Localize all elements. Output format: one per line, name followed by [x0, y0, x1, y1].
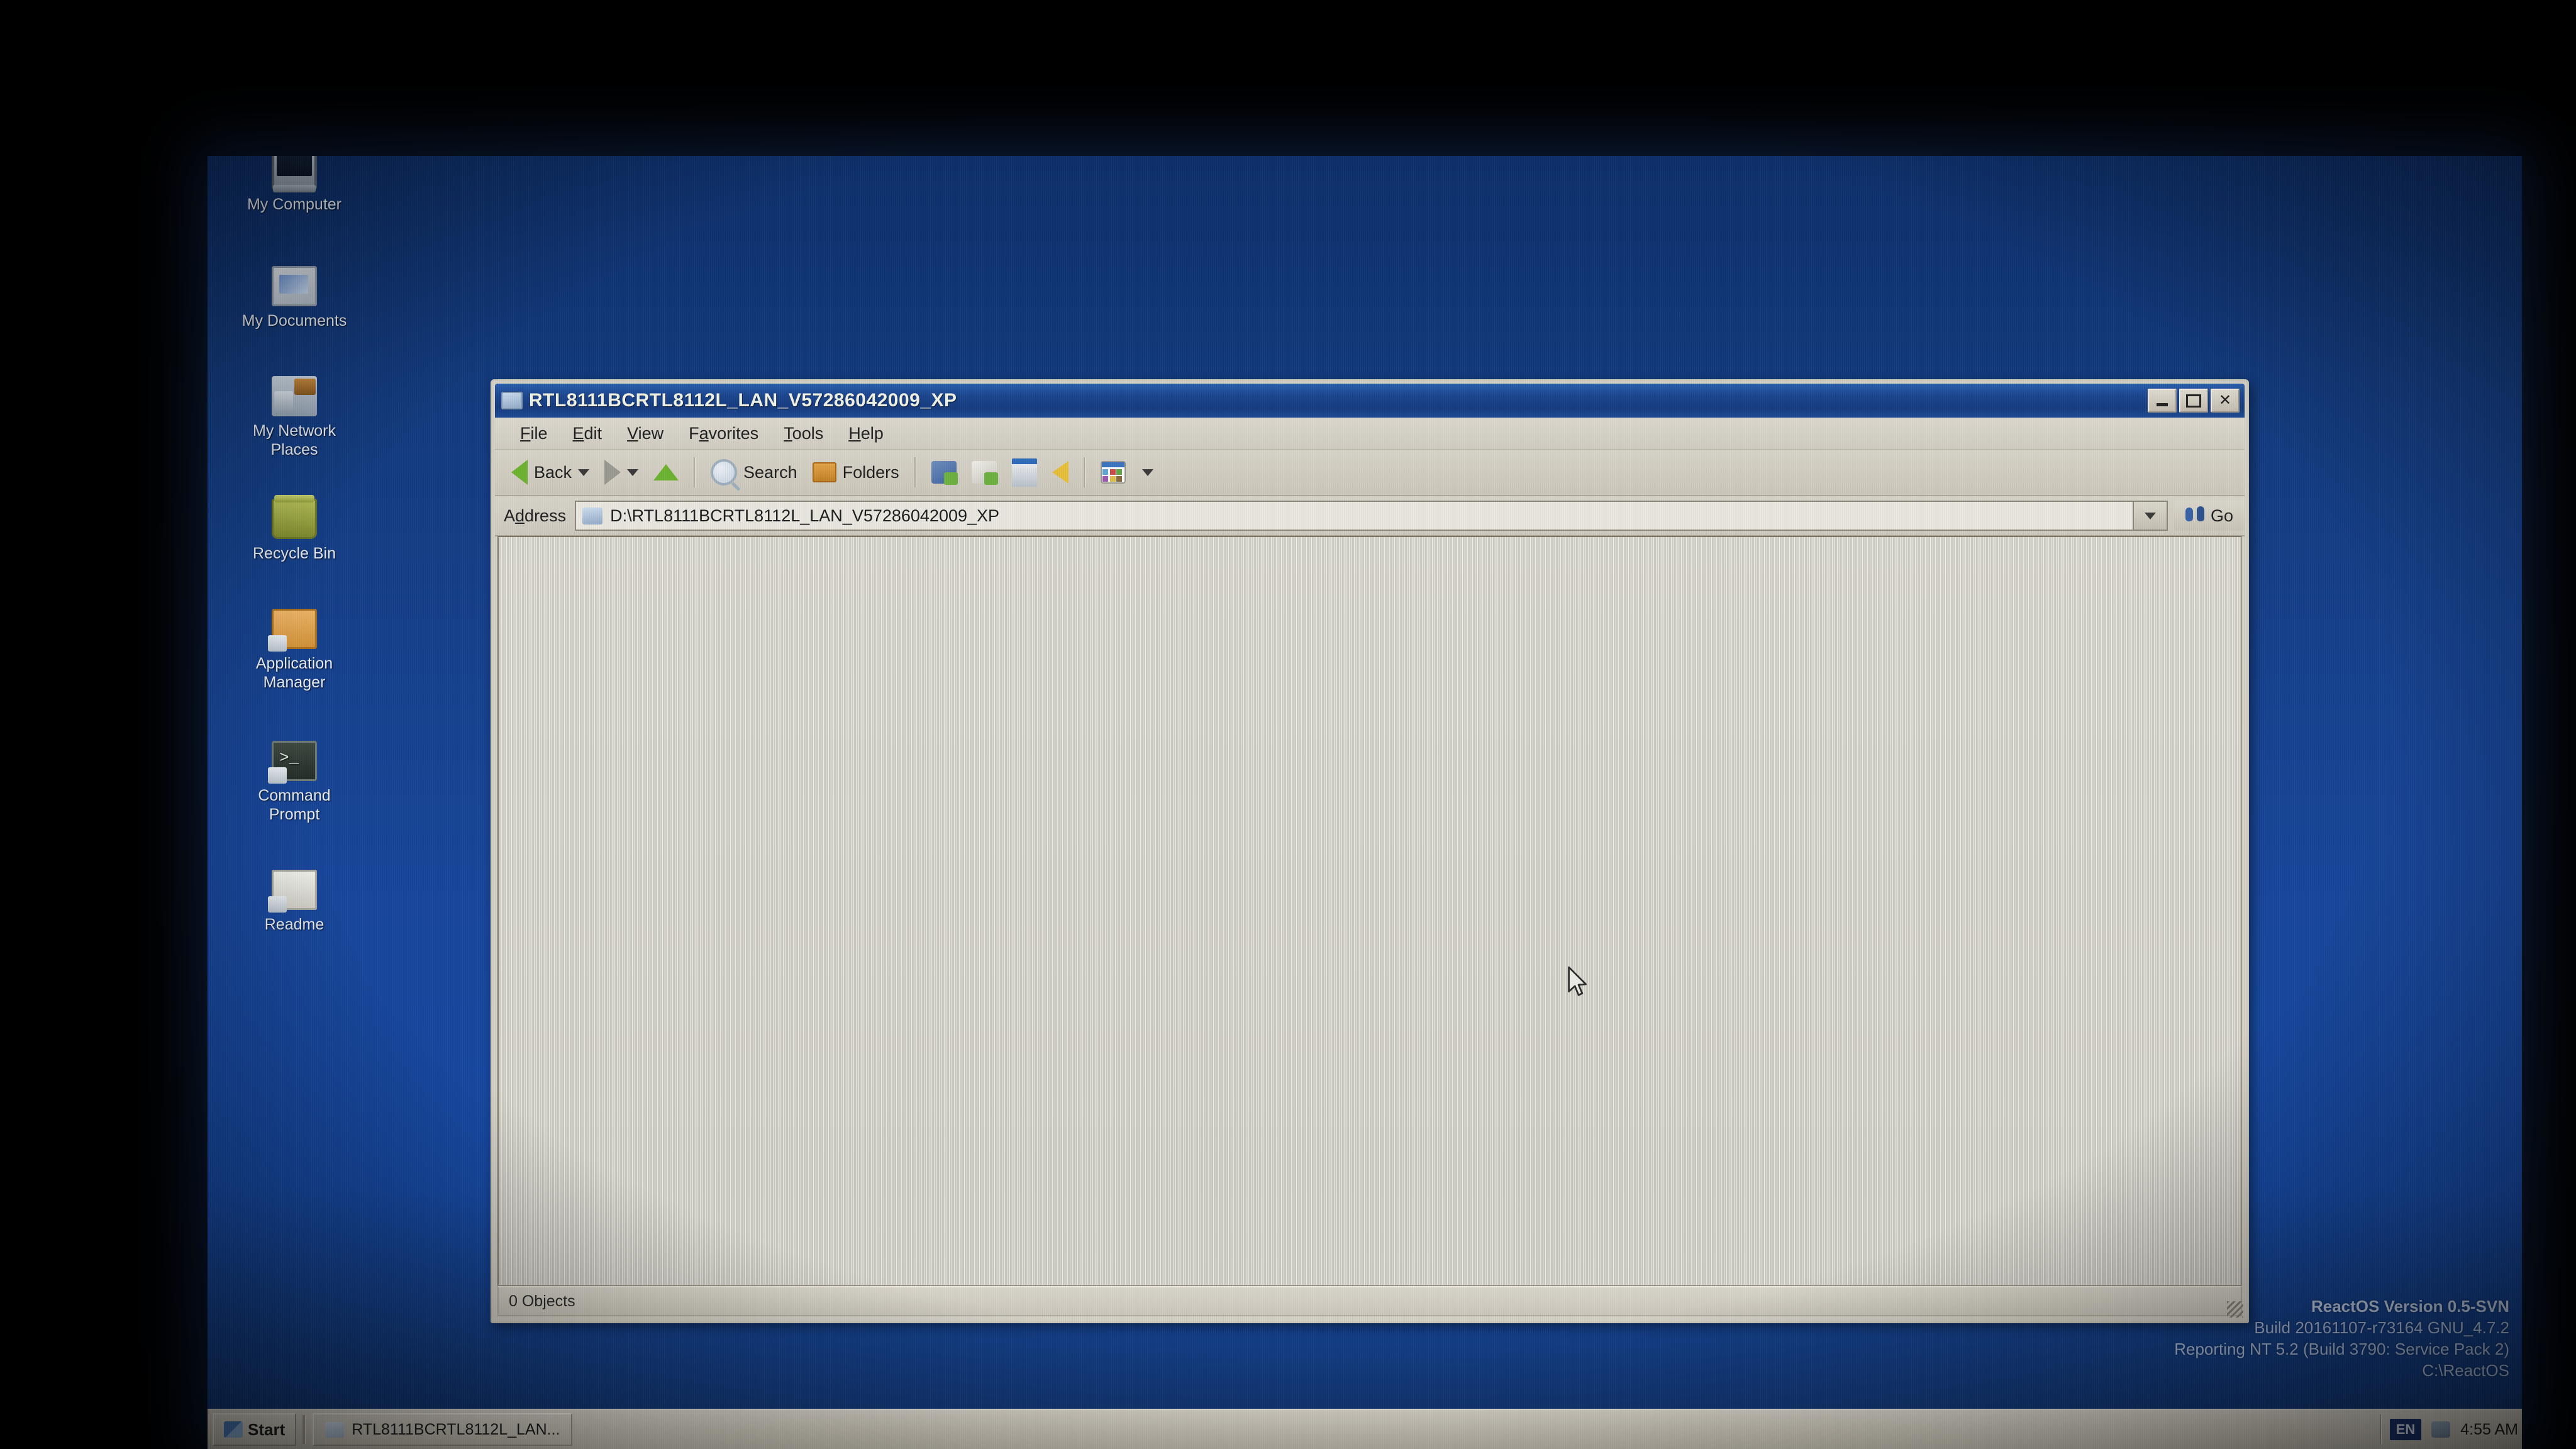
toolbar-separator: [1083, 457, 1085, 487]
views-button[interactable]: [1093, 460, 1161, 485]
back-arrow-icon: [511, 460, 528, 485]
address-bar[interactable]: Address D:\RTL8111BCRTL8112L_LAN_V572860…: [495, 496, 2245, 536]
menu-item-view[interactable]: View: [614, 421, 676, 446]
menu-bar[interactable]: File Edit View Favorites Tools Help: [495, 418, 2245, 450]
desktop-icon-label: Application Manager: [255, 655, 333, 691]
my-computer-icon: [272, 156, 317, 192]
application-manager-icon: [268, 609, 317, 652]
forward-arrow-icon: [604, 460, 621, 485]
desktop-icon-readme[interactable]: Readme: [231, 870, 357, 934]
up-arrow-icon: [653, 464, 679, 480]
volume-icon[interactable]: [2431, 1421, 2451, 1438]
forward-dropdown-icon[interactable]: [627, 469, 639, 476]
go-label: Go: [2210, 506, 2233, 525]
window-controls: ✕: [2148, 389, 2242, 413]
desktop-icon-label: Command Prompt: [258, 787, 331, 823]
folders-label: Folders: [842, 462, 899, 482]
taskbar-clock[interactable]: 4:55 AM: [2460, 1421, 2518, 1439]
up-button[interactable]: [646, 463, 686, 482]
move-to-button[interactable]: [924, 460, 964, 485]
search-icon: [711, 459, 738, 486]
start-button[interactable]: Start: [213, 1413, 297, 1446]
folder-icon: [582, 507, 603, 525]
go-button[interactable]: Go: [2174, 501, 2245, 531]
desktop-icon-label: My Computer: [247, 196, 342, 213]
delete-icon: [1011, 458, 1037, 487]
desktop-icon-label: My Documents: [242, 312, 347, 330]
copy-to-icon: [971, 461, 998, 485]
desktop-icon-application-manager[interactable]: Application Manager: [231, 609, 357, 692]
desktop-icon-my-computer[interactable]: My Computer: [231, 156, 357, 214]
copy-to-button[interactable]: [964, 460, 1004, 485]
menu-item-help[interactable]: Help: [836, 421, 896, 446]
watermark-path: C:\ReactOS: [2422, 1361, 2509, 1380]
delete-button[interactable]: [1004, 457, 1045, 488]
back-label: Back: [534, 462, 572, 482]
recycle-bin-icon: [272, 495, 317, 539]
language-indicator[interactable]: EN: [2389, 1419, 2422, 1440]
taskbar-item-label: RTL8111BCRTL8112L_LAN...: [352, 1420, 560, 1438]
watermark-reporting: Reporting NT 5.2 (Build 3790: Service Pa…: [2174, 1340, 2509, 1358]
status-text: 0 Objects: [509, 1292, 575, 1310]
toolbar-separator: [914, 457, 916, 487]
go-footprints-icon: [2185, 506, 2204, 525]
back-button[interactable]: Back: [504, 458, 597, 486]
folders-button[interactable]: Folders: [805, 461, 907, 484]
address-label: Address: [504, 506, 567, 525]
views-dropdown-icon[interactable]: [1141, 469, 1153, 476]
views-icon: [1100, 461, 1126, 484]
search-label: Search: [743, 462, 797, 482]
address-path-text: D:\RTL8111BCRTL8112L_LAN_V57286042009_XP: [610, 506, 1000, 525]
file-list-empty: [499, 537, 2241, 1285]
folder-icon: [325, 1421, 345, 1438]
my-documents-icon: [272, 266, 317, 306]
status-bar: 0 Objects: [497, 1286, 2242, 1316]
taskbar-separator: [303, 1415, 307, 1444]
move-to-icon: [931, 461, 958, 485]
reactos-logo-icon: [224, 1421, 243, 1438]
search-button[interactable]: Search: [703, 458, 805, 487]
menu-item-tools[interactable]: Tools: [771, 421, 836, 446]
desktop-icon-my-documents[interactable]: My Documents: [231, 266, 357, 330]
command-prompt-icon: [268, 741, 317, 784]
folders-icon: [812, 462, 836, 482]
explorer-window[interactable]: RTL8111BCRTL8112L_LAN_V57286042009_XP ✕ …: [491, 379, 2249, 1323]
maximize-button[interactable]: [2179, 389, 2208, 413]
desktop-icon-label: My Network Places: [253, 422, 336, 458]
desktop[interactable]: My Computer My Documents My Network Plac…: [208, 156, 2522, 1449]
resize-grip[interactable]: [2227, 1301, 2243, 1318]
address-input[interactable]: D:\RTL8111BCRTL8112L_LAN_V57286042009_XP: [575, 501, 2133, 531]
start-label: Start: [248, 1419, 286, 1439]
forward-button[interactable]: [597, 458, 646, 486]
desktop-icon-recycle-bin[interactable]: Recycle Bin: [231, 495, 357, 563]
toolbar-separator: [694, 457, 696, 487]
minimize-button[interactable]: [2148, 389, 2177, 413]
undo-icon: [1052, 461, 1069, 484]
close-button[interactable]: ✕: [2211, 389, 2240, 413]
mouse-cursor: [1568, 966, 1587, 996]
desktop-icon-label: Readme: [264, 916, 325, 933]
system-tray[interactable]: EN 4:55 AM: [2379, 1414, 2522, 1445]
undo-button[interactable]: [1045, 460, 1076, 485]
desktop-icon-my-network-places[interactable]: My Network Places: [231, 376, 357, 459]
back-dropdown-icon[interactable]: [578, 469, 590, 476]
taskbar-item-explorer[interactable]: RTL8111BCRTL8112L_LAN...: [313, 1413, 573, 1446]
window-titlebar[interactable]: RTL8111BCRTL8112L_LAN_V57286042009_XP ✕: [495, 384, 2245, 418]
window-title: RTL8111BCRTL8112L_LAN_V57286042009_XP: [529, 390, 957, 411]
my-network-places-icon: [272, 376, 317, 416]
menu-item-edit[interactable]: Edit: [560, 421, 615, 446]
menu-item-favorites[interactable]: Favorites: [676, 421, 771, 446]
folder-icon: [501, 392, 523, 409]
address-dropdown-icon[interactable]: [2132, 501, 2168, 531]
desktop-icon-command-prompt[interactable]: Command Prompt: [231, 741, 357, 824]
file-list-area[interactable]: [497, 536, 2242, 1286]
menu-item-file[interactable]: File: [508, 421, 560, 446]
readme-icon: [268, 870, 317, 913]
screenshot-root: My Computer My Documents My Network Plac…: [0, 0, 2576, 1449]
desktop-icon-label: Recycle Bin: [253, 545, 336, 562]
toolbar[interactable]: Back Search Folders: [495, 450, 2245, 496]
taskbar[interactable]: Start RTL8111BCRTL8112L_LAN... EN 4:55 A…: [208, 1409, 2522, 1449]
